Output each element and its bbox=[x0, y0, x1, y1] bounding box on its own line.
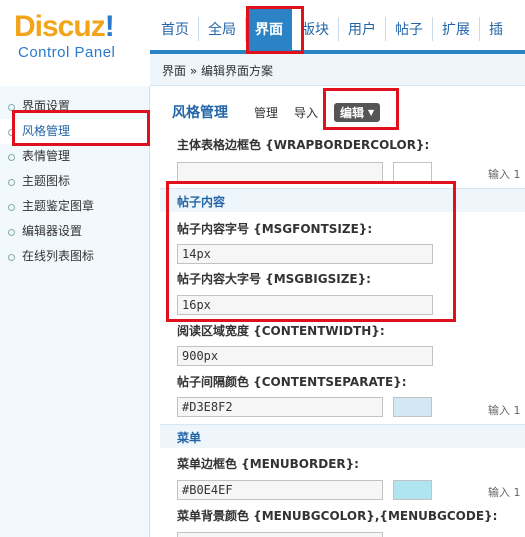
contentsep-swatch[interactable] bbox=[393, 397, 432, 417]
menuborder-swatch[interactable] bbox=[393, 480, 432, 500]
msgbigsize-label: 帖子内容大字号 {MSGBIGSIZE}: bbox=[177, 272, 371, 286]
wrapborder-swatch[interactable] bbox=[393, 162, 432, 182]
nav-tab-interface[interactable]: 界面 bbox=[246, 8, 292, 50]
menubg-input[interactable] bbox=[177, 532, 383, 537]
logo-area: Discuz! Control Panel bbox=[0, 0, 150, 86]
contentwidth-label: 阅读区域宽度 {CONTENTWIDTH}: bbox=[177, 324, 385, 338]
tab-manage[interactable]: 管理 bbox=[254, 104, 278, 121]
sidebar-item-interface-settings[interactable]: 界面设置 bbox=[0, 94, 149, 119]
discuz-logo[interactable]: Discuz! bbox=[14, 10, 115, 44]
nav-tab-users[interactable]: 用户 bbox=[339, 8, 385, 50]
menuborder-hint: 输入 1 bbox=[488, 486, 521, 499]
wrapborder-hint: 输入 1 bbox=[488, 168, 521, 181]
tab-import[interactable]: 导入 bbox=[294, 104, 318, 121]
sidebar-item-style-management[interactable]: 风格管理 bbox=[0, 119, 149, 144]
logo-mark: ! bbox=[104, 10, 115, 43]
nav-tab-forums[interactable]: 版块 bbox=[292, 8, 338, 50]
msgfontsize-label: 帖子内容字号 {MSGFONTSIZE}: bbox=[177, 222, 373, 236]
wrapborder-label: 主体表格边框色 {WRAPBORDERCOLOR}: bbox=[177, 138, 430, 152]
sidebar-item-editor-settings[interactable]: 编辑器设置 bbox=[0, 219, 149, 244]
contentwidth-input[interactable]: 900px bbox=[177, 346, 433, 366]
sidebar-item-online-icons[interactable]: 在线列表图标 bbox=[0, 244, 149, 269]
contentsep-label: 帖子间隔颜色 {CONTENTSEPARATE}: bbox=[177, 375, 407, 389]
logo-subtitle: Control Panel bbox=[18, 44, 116, 61]
menuborder-input[interactable]: #B0E4EF bbox=[177, 480, 383, 500]
chevron-down-icon: ▼ bbox=[368, 107, 375, 117]
logo-brand: Discuz bbox=[14, 10, 106, 43]
tab-edit-label: 编辑 bbox=[340, 105, 365, 120]
nav-tab-posts[interactable]: 帖子 bbox=[386, 8, 432, 50]
nav-tab-extensions[interactable]: 扩展 bbox=[433, 8, 479, 50]
title-row: 风格管理 管理 导入 编辑 ▼ bbox=[172, 100, 396, 124]
breadcrumb: 界面 » 编辑界面方案 bbox=[150, 54, 525, 86]
wrapborder-input[interactable] bbox=[177, 162, 383, 182]
page-title: 风格管理 bbox=[172, 105, 228, 121]
nav-tab-plugins[interactable]: 插 bbox=[480, 8, 512, 50]
sidebar-item-thread-icons[interactable]: 主题图标 bbox=[0, 169, 149, 194]
section-menu: 菜单 bbox=[160, 424, 525, 448]
msgfontsize-input[interactable]: 14px bbox=[177, 244, 433, 264]
main-content: 风格管理 管理 导入 编辑 ▼ 主体表格边框色 {WRAPBORDERCOLOR}… bbox=[160, 86, 525, 537]
contentsep-hint: 输入 1 bbox=[488, 404, 521, 417]
menubg-label: 菜单背景颜色 {MENUBGCOLOR},{MENUBGCODE}: bbox=[177, 509, 498, 523]
nav-tab-global[interactable]: 全局 bbox=[199, 8, 245, 50]
sidebar: 界面设置 风格管理 表情管理 主题图标 主题鉴定图章 编辑器设置 在线列表图标 bbox=[0, 86, 150, 537]
msgbigsize-input[interactable]: 16px bbox=[177, 295, 433, 315]
contentsep-input[interactable]: #D3E8F2 bbox=[177, 397, 383, 417]
sidebar-item-smilies[interactable]: 表情管理 bbox=[0, 144, 149, 169]
tab-edit[interactable]: 编辑 ▼ bbox=[334, 102, 381, 122]
top-nav: 首页 全局 界面 版块 用户 帖子 扩展 插 bbox=[152, 8, 525, 50]
menuborder-label: 菜单边框色 {MENUBORDER}: bbox=[177, 457, 359, 471]
section-post-content: 帖子内容 bbox=[160, 188, 525, 212]
sidebar-item-thread-stamps[interactable]: 主题鉴定图章 bbox=[0, 194, 149, 219]
nav-tab-home[interactable]: 首页 bbox=[152, 8, 198, 50]
